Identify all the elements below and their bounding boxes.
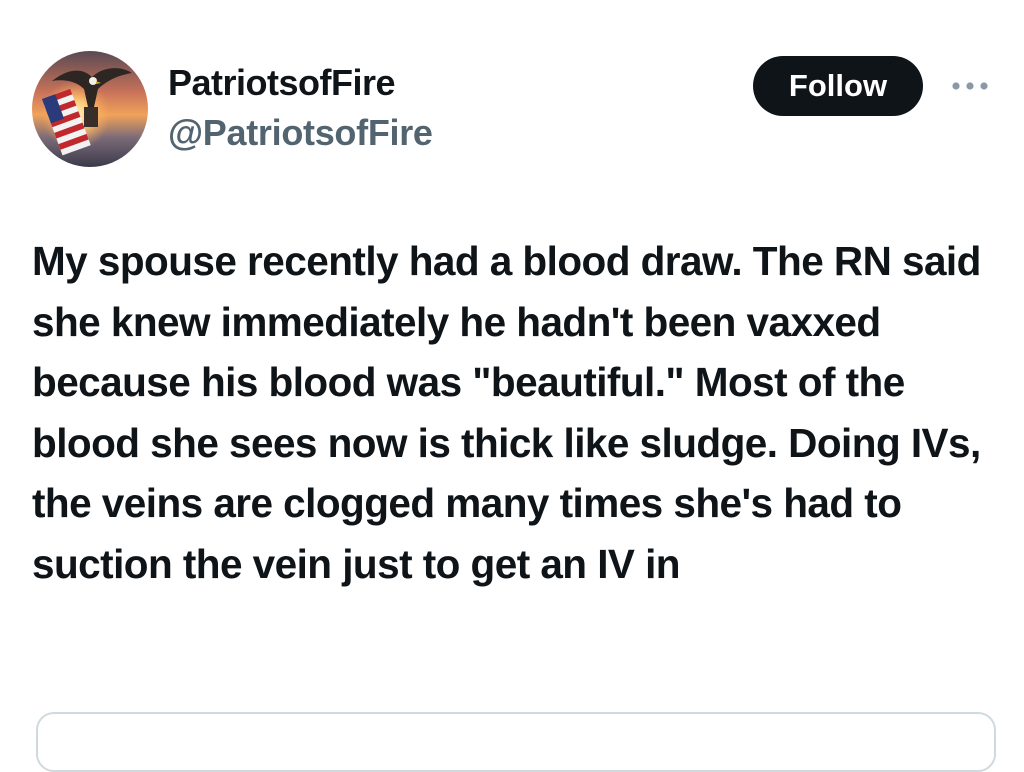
more-options-button[interactable] bbox=[946, 68, 994, 104]
more-dots-icon bbox=[952, 82, 988, 90]
avatar[interactable] bbox=[32, 51, 148, 167]
author-handle[interactable]: @PatriotsofFire bbox=[168, 112, 433, 154]
eagle-flag-sunset-avatar-icon bbox=[32, 51, 148, 167]
follow-button[interactable]: Follow bbox=[753, 56, 923, 116]
quoted-card[interactable] bbox=[36, 712, 996, 772]
author-display-name[interactable]: PatriotsofFire bbox=[168, 62, 396, 104]
tweet-text: My spouse recently had a blood draw. The… bbox=[32, 238, 981, 587]
